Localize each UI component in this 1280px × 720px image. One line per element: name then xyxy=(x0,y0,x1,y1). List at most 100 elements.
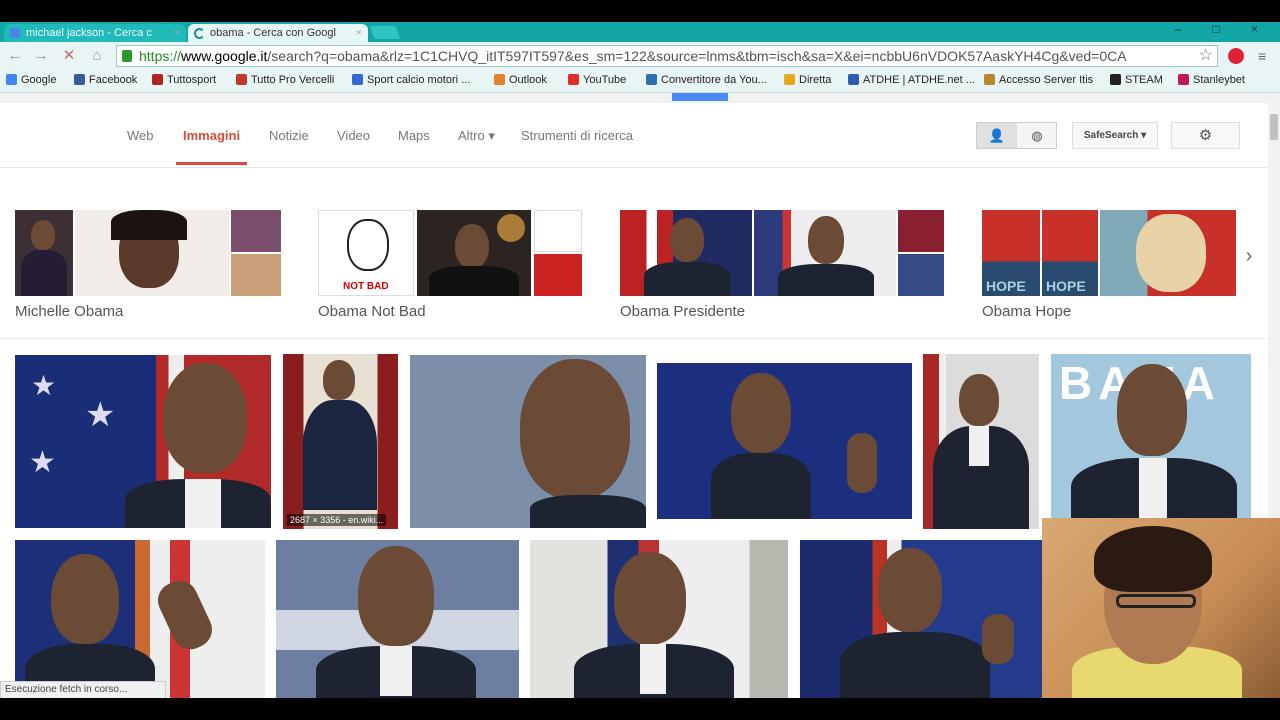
bookmark-favicon-icon xyxy=(236,74,247,85)
forward-icon[interactable]: → xyxy=(32,47,50,65)
close-icon[interactable]: × xyxy=(174,24,180,42)
bookmark-label: Facebook xyxy=(89,74,138,86)
personal-results-icon[interactable]: 👤 xyxy=(977,123,1017,148)
image-result[interactable] xyxy=(657,363,912,519)
bookmark-favicon-icon xyxy=(646,74,657,85)
bookmark-favicon-icon xyxy=(984,74,995,85)
search-button[interactable] xyxy=(672,93,728,101)
bookmark-label: Tutto Pro Vercelli xyxy=(251,74,335,86)
close-icon[interactable]: × xyxy=(356,24,362,42)
new-tab-button[interactable] xyxy=(369,26,401,39)
image-size-caption: 2687 × 3356 - en.wiki... xyxy=(287,514,387,526)
bookmark-item[interactable]: Tutto Pro Vercelli xyxy=(236,74,334,86)
back-icon[interactable]: ← xyxy=(6,47,24,65)
bookmark-item[interactable]: Outlook xyxy=(494,74,547,86)
related-thumbnail: NOT BAD xyxy=(318,210,414,296)
tab-maps[interactable]: Maps xyxy=(398,128,430,143)
bookmark-item[interactable]: Tuttosport xyxy=(152,74,216,86)
image-result[interactable] xyxy=(530,540,788,698)
bookmark-item[interactable]: Diretta xyxy=(784,74,831,86)
url-host: www.google.it xyxy=(181,48,268,64)
search-nav: Web Immagini Notizie Video Maps Altro ▾ … xyxy=(0,103,1268,168)
chevron-right-icon[interactable]: › xyxy=(1238,241,1260,271)
bookmark-favicon-icon xyxy=(1178,74,1189,85)
related-search-hope[interactable]: HOPE HOPE Obama Hope xyxy=(982,210,1236,320)
image-result[interactable]: 2687 × 3356 - en.wiki... xyxy=(283,354,398,529)
image-result[interactable] xyxy=(923,354,1039,529)
star-icon: ★ xyxy=(85,396,116,434)
google-favicon-icon xyxy=(10,28,20,38)
address-bar[interactable]: https://www.google.it/search?q=obama&rlz… xyxy=(116,45,1218,67)
search-header-strip xyxy=(0,93,1268,103)
status-bar: Esecuzione fetch in corso... xyxy=(0,681,166,698)
tab-immagini[interactable]: Immagini xyxy=(183,128,240,143)
related-thumbnail xyxy=(620,210,752,296)
bookmark-item[interactable]: Sport calcio motori ... xyxy=(352,74,470,86)
bookmark-favicon-icon xyxy=(1110,74,1121,85)
window-controls[interactable]: – □ × xyxy=(1174,22,1272,36)
bookmark-label: YouTube xyxy=(583,74,627,86)
bookmark-label: STEAM xyxy=(1125,74,1163,86)
image-result[interactable] xyxy=(15,540,265,698)
bookmark-label: Sport calcio motori ... xyxy=(367,74,471,86)
tab-michael-jackson[interactable]: michael jackson - Cerca c × xyxy=(4,24,186,42)
extension-icon[interactable] xyxy=(1228,48,1244,64)
bookmark-item[interactable]: STEAM xyxy=(1110,74,1163,86)
bookmark-item[interactable]: Stanleybet xyxy=(1178,74,1245,86)
home-icon[interactable]: ⌂ xyxy=(88,47,106,65)
image-result[interactable] xyxy=(800,540,1042,698)
glasses xyxy=(1116,594,1196,608)
related-thumbnail xyxy=(417,210,531,296)
related-thumbnail xyxy=(1100,210,1236,296)
bookmarks-bar: Google Facebook Tuttosport Tutto Pro Vercel… xyxy=(0,70,1280,93)
related-thumbnail xyxy=(534,210,582,252)
related-label: Obama Hope xyxy=(982,303,1072,320)
menu-icon[interactable]: ≡ xyxy=(1258,48,1266,64)
scroll-thumb[interactable] xyxy=(1270,114,1278,140)
tab-web[interactable]: Web xyxy=(127,128,154,143)
hope-text: HOPE xyxy=(986,278,1026,294)
star-icon: ★ xyxy=(29,446,56,479)
bookmark-item[interactable]: Google xyxy=(6,74,56,86)
tab-altro[interactable]: Altro ▾ xyxy=(458,128,495,144)
bookmark-item[interactable]: Convertitore da You... xyxy=(646,74,767,86)
hope-text: HOPE xyxy=(1046,278,1086,294)
image-result[interactable]: ★ ★ ★ xyxy=(15,355,271,528)
not-bad-text: NOT BAD xyxy=(343,281,389,292)
related-search-presidente[interactable]: Obama Presidente xyxy=(620,210,944,320)
bookmark-star-icon[interactable]: ☆ xyxy=(1199,46,1213,66)
bookmark-item[interactable]: YouTube xyxy=(568,74,626,86)
related-thumbnail: HOPE xyxy=(982,210,1040,296)
bookmark-label: ATDHE | ATDHE.net ... xyxy=(863,74,975,86)
stop-icon[interactable]: ✕ xyxy=(60,47,78,65)
gear-icon[interactable]: ⚙ xyxy=(1171,122,1240,149)
bookmark-favicon-icon xyxy=(6,74,17,85)
tab-video[interactable]: Video xyxy=(337,128,370,143)
bookmark-label: Tuttosport xyxy=(167,74,217,86)
safesearch-dropdown[interactable]: SafeSearch ▾ xyxy=(1072,122,1158,149)
tab-notizie[interactable]: Notizie xyxy=(269,128,309,143)
image-result[interactable] xyxy=(410,355,646,528)
bookmark-item[interactable]: Facebook xyxy=(74,74,137,86)
related-thumbnail xyxy=(15,210,73,296)
bookmark-favicon-icon xyxy=(152,74,163,85)
tab-label: michael jackson - Cerca c xyxy=(26,27,152,39)
related-search-not-bad[interactable]: NOT BAD Obama Not Bad xyxy=(318,210,582,320)
image-result[interactable] xyxy=(276,540,519,698)
image-result[interactable]: BAMA xyxy=(1051,354,1251,529)
related-thumbnail: HOPE xyxy=(1042,210,1098,296)
related-thumbnail xyxy=(231,254,281,296)
bookmark-favicon-icon xyxy=(74,74,85,85)
search-tools-button[interactable]: Strumenti di ricerca xyxy=(521,128,633,143)
bookmark-item[interactable]: ATDHE | ATDHE.net ... xyxy=(848,74,975,86)
related-thumbnail xyxy=(898,210,944,252)
tab-obama[interactable]: obama - Cerca con Googl × xyxy=(188,24,368,42)
bookmark-label: Convertitore da You... xyxy=(661,74,767,86)
related-thumbnail xyxy=(534,254,582,296)
url-scheme: https:// xyxy=(139,48,182,64)
related-search-michelle[interactable]: Michelle Obama xyxy=(15,210,281,320)
globe-icon[interactable]: ◍ xyxy=(1017,123,1057,148)
bookmark-item[interactable]: Accesso Server Itis xyxy=(984,74,1093,86)
results-toggle[interactable]: 👤 ◍ xyxy=(976,122,1057,149)
bookmark-label: Outlook xyxy=(509,74,547,86)
